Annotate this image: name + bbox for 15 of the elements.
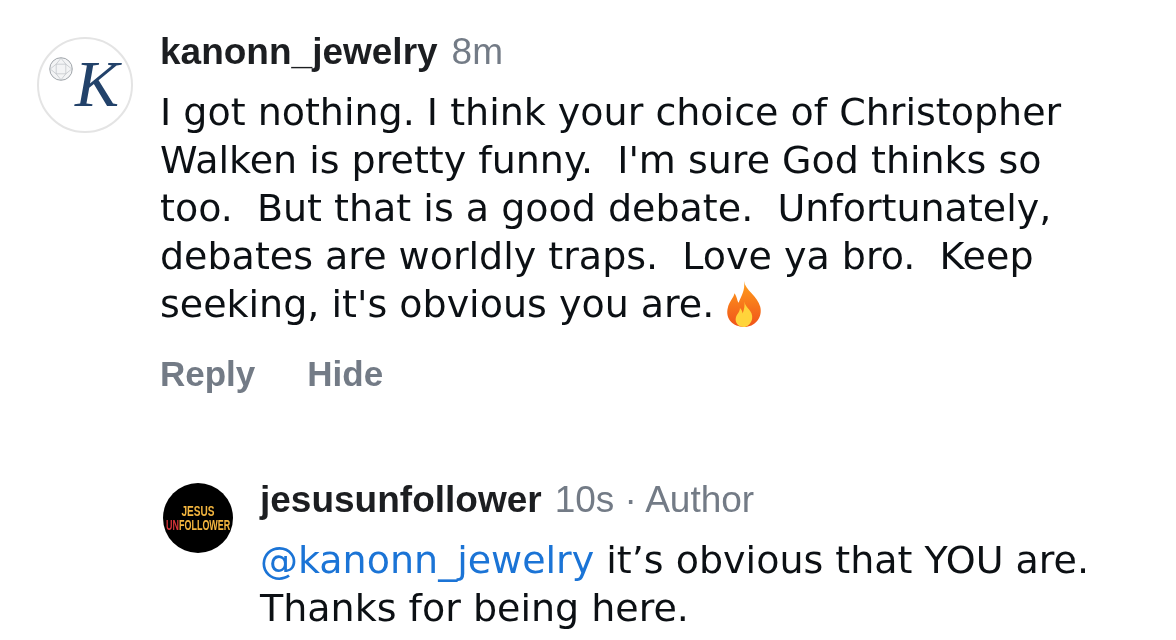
comment-text: I got nothing. I think your choice of Christopher Walken is pretty funny. I'm sure God thinks so too. But that is a good debate. Unfortunately, debates are worldly traps. Love ya bro. Keep seeking, it's obvious you are. [160,90,1063,326]
comment-action-button[interactable]: Hide [307,350,384,398]
gem-icon [49,57,73,81]
logo-text: JESUS [181,503,215,518]
comment-text: @kanonn_jewelry it’s obvious that YOU are. Thanks for being here. [260,538,1091,630]
avatar-letter: K [75,53,120,115]
comment-meta: 8m [451,30,503,74]
mention-link[interactable]: @kanonn_jewelry [260,538,595,582]
comment-action-button[interactable]: Reply [160,350,256,398]
avatar[interactable]: K [37,37,133,133]
avatar[interactable]: JESUS UNFOLLOWER [163,483,233,553]
username-link[interactable]: jesusunfollower [260,476,542,524]
comment-meta: 10s · Author [554,478,755,522]
username-link[interactable]: kanonn_jewelry [160,28,438,76]
logo-text: UNFOLLOWER [165,517,231,533]
